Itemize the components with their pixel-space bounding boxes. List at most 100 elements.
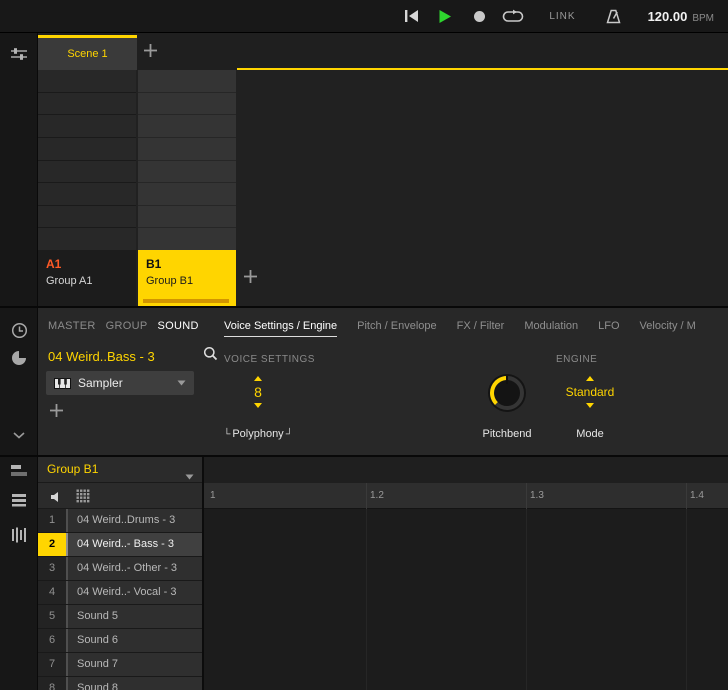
clip-slot[interactable]: [38, 137, 136, 161]
stepper-up-icon[interactable]: [254, 376, 262, 381]
sound-number[interactable]: 2: [38, 533, 66, 556]
pad-grid-button[interactable]: [76, 489, 90, 508]
clip-slot[interactable]: [138, 115, 236, 138]
grid-line: [366, 509, 367, 690]
clip-slot[interactable]: [138, 92, 236, 116]
pattern-grid[interactable]: [204, 509, 728, 690]
tab-fx-filter[interactable]: FX / Filter: [457, 320, 505, 337]
scene-tab[interactable]: Scene 1: [38, 35, 137, 70]
skip-back-button[interactable]: [399, 5, 423, 27]
mode-stepper[interactable]: Standard: [550, 376, 630, 408]
sound-row[interactable]: 5 Sound 5: [38, 605, 202, 628]
clip-slot[interactable]: [38, 183, 136, 206]
link-toggle[interactable]: LINK: [549, 11, 575, 22]
collapse-control-button[interactable]: [0, 432, 38, 439]
clip-slot[interactable]: [38, 115, 136, 138]
sound-name[interactable]: 04 Weird..Drums - 3: [66, 509, 202, 532]
search-button[interactable]: [203, 346, 218, 366]
tab-velocity[interactable]: Velocity / M: [640, 320, 696, 337]
sound-name[interactable]: 04 Weird..- Bass - 3: [66, 533, 202, 556]
pattern-view-icon: [11, 465, 27, 476]
clip-slot[interactable]: [38, 205, 136, 229]
timeline-ruler[interactable]: 1 1.2 1.3 1.4: [204, 483, 728, 509]
stepper-down-icon[interactable]: [254, 403, 262, 408]
sound-name[interactable]: Sound 8: [66, 677, 202, 690]
tab-master[interactable]: MASTER: [48, 320, 96, 332]
sound-row[interactable]: 8 Sound 8: [38, 677, 202, 690]
clip-slot[interactable]: [38, 228, 136, 250]
editor-rail: [0, 457, 38, 690]
audio-view-button[interactable]: [0, 527, 38, 543]
group-selector-dropdown[interactable]: Group B1: [38, 457, 202, 483]
sound-row[interactable]: 7 Sound 7: [38, 653, 202, 676]
sound-number[interactable]: 7: [38, 653, 66, 676]
clip-slot[interactable]: [138, 160, 236, 184]
stepper-down-icon[interactable]: [586, 403, 594, 408]
mode-value[interactable]: Standard: [550, 384, 630, 400]
bpm-display[interactable]: 120.00 BPM: [648, 9, 714, 24]
sound-number[interactable]: 3: [38, 557, 66, 580]
ruler-label: 1.3: [530, 490, 544, 501]
group-cell-a1[interactable]: A1 Group A1: [38, 250, 136, 306]
group-row: A1 Group A1 B1 Group B1: [38, 250, 728, 306]
polyphony-stepper[interactable]: 8: [224, 376, 292, 408]
add-scene-button[interactable]: [144, 44, 157, 62]
clip-slot[interactable]: [138, 205, 236, 229]
editor-group-name: Group B1: [47, 462, 99, 476]
group-cell-b1[interactable]: B1 Group B1: [138, 250, 236, 306]
clip-grid: [38, 70, 728, 250]
layers-view-button[interactable]: [0, 493, 38, 507]
metronome-icon: [606, 9, 621, 23]
sound-name[interactable]: 04 Weird..Bass - 3: [48, 349, 203, 364]
tab-group[interactable]: GROUP: [106, 320, 148, 332]
clip-column-b1: [138, 70, 236, 250]
plugin-dropdown[interactable]: Sampler: [46, 371, 194, 395]
transport-bar: LINK 120.00 BPM: [0, 0, 728, 33]
clip-slot[interactable]: [38, 70, 136, 93]
sound-number[interactable]: 8: [38, 677, 66, 690]
clip-slot[interactable]: [38, 160, 136, 184]
tab-lfo[interactable]: LFO: [598, 320, 619, 337]
sound-number[interactable]: 6: [38, 629, 66, 652]
sound-row[interactable]: 1 04 Weird..Drums - 3: [38, 509, 202, 532]
scene-header: Scene 1: [38, 33, 728, 70]
add-plugin-button[interactable]: [50, 404, 63, 422]
automation-button[interactable]: [0, 322, 38, 339]
audition-button[interactable]: [50, 490, 64, 508]
clip-slot[interactable]: [38, 92, 136, 116]
clip-slot[interactable]: [138, 183, 236, 206]
sound-number[interactable]: 5: [38, 605, 66, 628]
sound-name[interactable]: 04 Weird..- Vocal - 3: [66, 581, 202, 604]
sound-name[interactable]: 04 Weird..- Other - 3: [66, 557, 202, 580]
sound-row[interactable]: 6 Sound 6: [38, 629, 202, 652]
pitchbend-knob[interactable]: [479, 372, 535, 419]
sound-name[interactable]: Sound 7: [66, 653, 202, 676]
tab-sound[interactable]: SOUND: [157, 320, 198, 332]
record-button[interactable]: [467, 5, 491, 27]
sound-row[interactable]: 4 04 Weird..- Vocal - 3: [38, 581, 202, 604]
tab-modulation[interactable]: Modulation: [524, 320, 578, 337]
sound-name[interactable]: Sound 6: [66, 629, 202, 652]
metronome-button[interactable]: [602, 5, 626, 27]
stepper-up-icon[interactable]: [586, 376, 594, 381]
editor-toolbar: [38, 483, 202, 509]
clip-slot[interactable]: [138, 228, 236, 250]
sound-number[interactable]: 1: [38, 509, 66, 532]
sound-row[interactable]: 2 04 Weird..- Bass - 3: [38, 533, 202, 556]
mixer-view-button[interactable]: [0, 46, 38, 62]
plugin-tabs: Voice Settings / Engine Pitch / Envelope…: [224, 320, 728, 337]
tab-voice-settings-engine[interactable]: Voice Settings / Engine: [224, 320, 338, 337]
tab-pitch-envelope[interactable]: Pitch / Envelope: [357, 320, 437, 337]
play-button[interactable]: [433, 5, 457, 27]
pattern-view-button[interactable]: [0, 463, 38, 478]
sound-row[interactable]: 3 04 Weird..- Other - 3: [38, 557, 202, 580]
clip-slot[interactable]: [138, 137, 236, 161]
clip-slot[interactable]: [138, 70, 236, 93]
polyphony-value[interactable]: 8: [224, 384, 292, 400]
channel-properties-button[interactable]: [0, 350, 38, 366]
sound-name-row: 04 Weird..Bass - 3: [48, 346, 218, 366]
loop-button[interactable]: [501, 5, 525, 27]
add-group-button[interactable]: [244, 270, 257, 288]
sound-name[interactable]: Sound 5: [66, 605, 202, 628]
sound-number[interactable]: 4: [38, 581, 66, 604]
